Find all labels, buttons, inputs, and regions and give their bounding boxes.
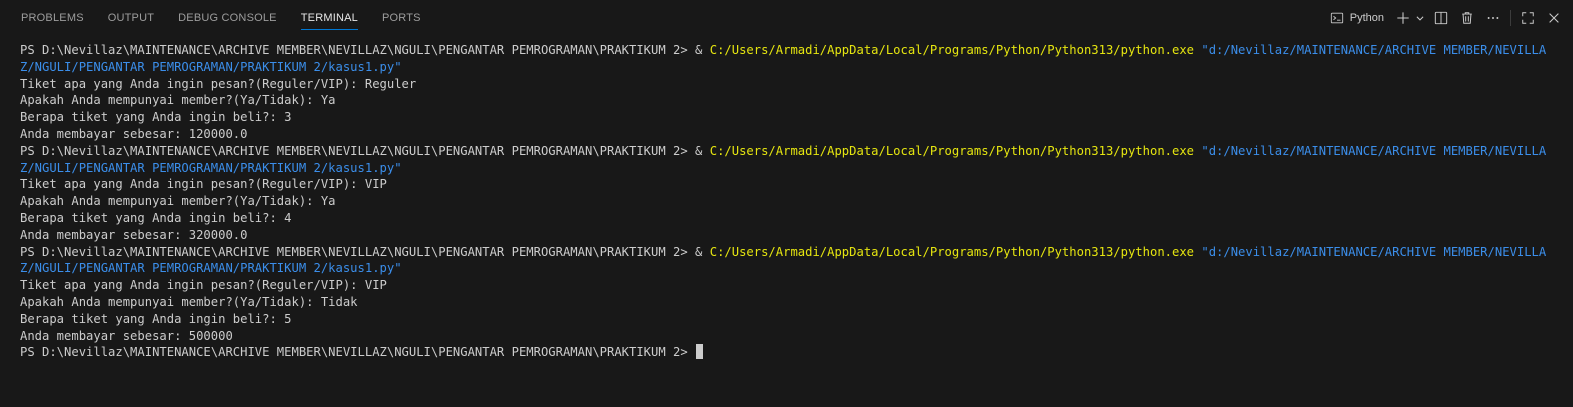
command-line: PS D:\Nevillaz\MAINTENANCE\ARCHIVE MEMBE…	[20, 244, 1556, 278]
python-exe-path: C:/Users/Armadi/AppData/Local/Programs/P…	[709, 43, 1195, 57]
plus-icon	[1396, 11, 1410, 25]
terminal-output[interactable]: PS D:\Nevillaz\MAINTENANCE\ARCHIVE MEMBE…	[20, 42, 1556, 361]
output-line: Tiket apa yang Anda ingin pesan?(Reguler…	[20, 76, 417, 91]
panel-header: PROBLEMS OUTPUT DEBUG CONSOLE TERMINAL P…	[0, 0, 1573, 36]
python-exe-path: C:/Users/Armadi/AppData/Local/Programs/P…	[709, 244, 1195, 259]
output-line: Berapa tiket yang Anda ingin beli?: 5	[20, 311, 292, 326]
output-line: Anda membayar sebesar: 120000.0	[20, 126, 248, 141]
output-line: Berapa tiket yang Anda ingin beli?: 4	[20, 210, 292, 225]
output-line: Apakah Anda mempunyai member?(Ya/Tidak):…	[20, 294, 358, 309]
terminal-icon	[1330, 11, 1344, 25]
terminal-profile-button[interactable]: Python	[1328, 7, 1388, 29]
command-line: PS D:\Nevillaz\MAINTENANCE\ARCHIVE MEMBE…	[20, 42, 1556, 76]
tab-terminal[interactable]: TERMINAL	[292, 0, 367, 36]
output-line: Apakah Anda mempunyai member?(Ya/Tidak):…	[20, 93, 336, 108]
maximize-icon	[1521, 11, 1535, 25]
panel-actions: Python	[1328, 0, 1573, 36]
prompt: PS D:\Nevillaz\MAINTENANCE\ARCHIVE MEMBE…	[20, 244, 710, 259]
command-line: PS D:\Nevillaz\MAINTENANCE\ARCHIVE MEMBE…	[20, 143, 1556, 177]
trash-icon	[1460, 11, 1474, 25]
output-line: Apakah Anda mempunyai member?(Ya/Tidak):…	[20, 194, 336, 209]
tab-problems[interactable]: PROBLEMS	[12, 0, 93, 36]
panel-tabs: PROBLEMS OUTPUT DEBUG CONSOLE TERMINAL P…	[12, 0, 436, 36]
tab-debug-console[interactable]: DEBUG CONSOLE	[169, 0, 286, 36]
split-terminal-button[interactable]	[1430, 7, 1452, 29]
output-line: Anda membayar sebesar: 320000.0	[20, 227, 248, 242]
chevron-down-icon	[1415, 13, 1425, 23]
output-line: Tiket apa yang Anda ingin pesan?(Reguler…	[20, 278, 387, 293]
prompt: PS D:\Nevillaz\MAINTENANCE\ARCHIVE MEMBE…	[20, 345, 696, 360]
new-terminal-button[interactable]	[1392, 7, 1414, 29]
more-icon	[1486, 11, 1500, 25]
kill-terminal-button[interactable]	[1456, 7, 1478, 29]
output-line: Berapa tiket yang Anda ingin beli?: 3	[20, 110, 292, 125]
terminal-profile-label: Python	[1349, 12, 1384, 24]
maximize-panel-button[interactable]	[1517, 7, 1539, 29]
prompt: PS D:\Nevillaz\MAINTENANCE\ARCHIVE MEMBE…	[20, 43, 710, 57]
close-icon	[1547, 11, 1561, 25]
output-line: Anda membayar sebesar: 500000	[20, 328, 233, 343]
tab-output[interactable]: OUTPUT	[99, 0, 163, 36]
terminal-cursor	[696, 344, 704, 360]
close-panel-button[interactable]	[1543, 7, 1565, 29]
current-prompt-line: PS D:\Nevillaz\MAINTENANCE\ARCHIVE MEMBE…	[20, 344, 1556, 361]
split-terminal-icon	[1434, 11, 1448, 25]
more-actions-button[interactable]	[1482, 7, 1504, 29]
prompt: PS D:\Nevillaz\MAINTENANCE\ARCHIVE MEMBE…	[20, 143, 710, 158]
output-line: Tiket apa yang Anda ingin pesan?(Reguler…	[20, 177, 387, 192]
python-exe-path: C:/Users/Armadi/AppData/Local/Programs/P…	[709, 143, 1195, 158]
tab-ports[interactable]: PORTS	[373, 0, 430, 36]
launch-profile-dropdown[interactable]	[1414, 7, 1426, 29]
toolbar-divider	[1510, 10, 1511, 26]
